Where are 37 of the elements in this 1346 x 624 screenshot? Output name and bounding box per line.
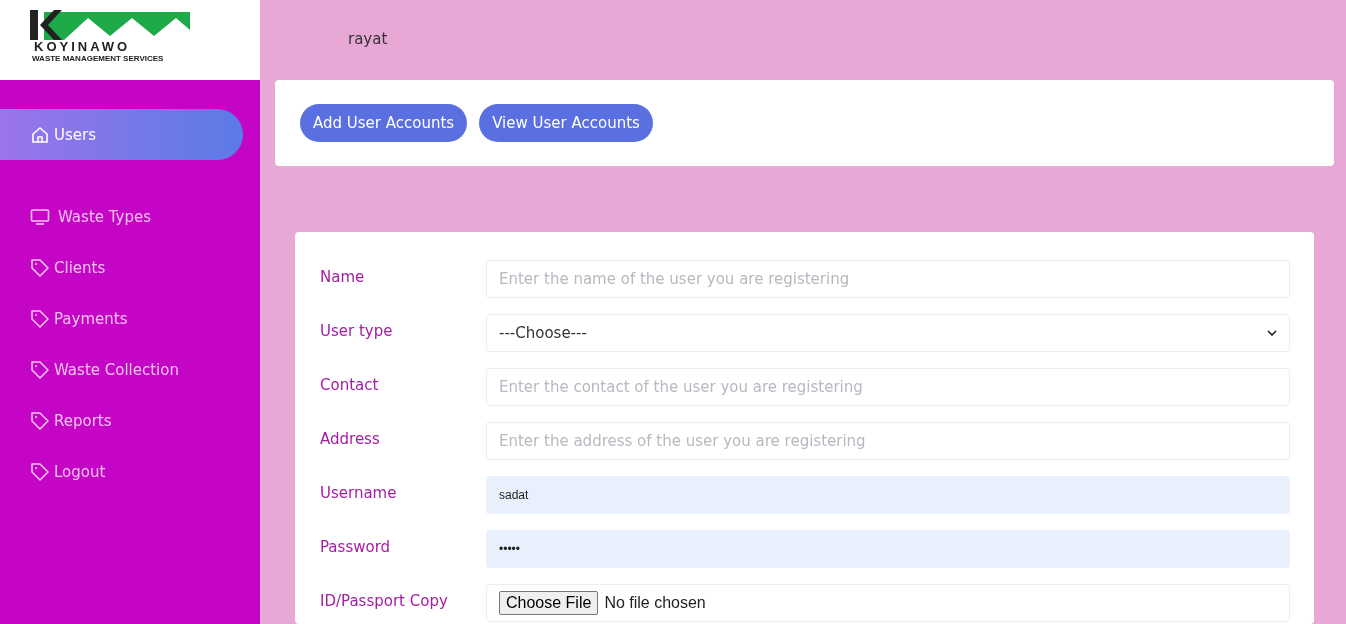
caret-icon <box>1267 330 1277 336</box>
field-label: Password <box>320 537 392 556</box>
file-status: No file chosen <box>604 594 706 612</box>
sidebar-item[interactable]: Users <box>0 109 243 160</box>
input-field[interactable]: ••••• <box>486 530 1290 568</box>
user-name: rayat <box>348 30 388 48</box>
input-field[interactable]: Enter the contact of the user you are registering <box>486 368 1290 406</box>
sidebar-item[interactable]: Reports <box>0 395 260 446</box>
choose-file-button[interactable]: Choose File <box>499 591 599 615</box>
field-label: Name <box>320 267 366 286</box>
sidebar-item[interactable]: Clients <box>0 242 260 293</box>
logo-mark-icon <box>30 10 190 40</box>
file-field[interactable]: Choose File No file chosen <box>486 584 1290 622</box>
sidebar-item[interactable]: Waste Types <box>0 191 260 242</box>
tag-icon <box>30 461 50 482</box>
tag-icon <box>30 359 50 380</box>
logo-name: KOYINAWO <box>34 40 131 54</box>
input-field[interactable]: Enter the address of the user you are registering <box>486 422 1290 460</box>
field-label: Contact <box>320 375 380 394</box>
action-button[interactable]: Add User Accounts <box>300 104 468 142</box>
field-label: User type <box>320 321 394 340</box>
home-icon <box>30 124 50 145</box>
tag-icon <box>30 257 50 278</box>
tag-icon <box>30 308 50 329</box>
logo-tagline: WASTE MANAGEMENT SERVICES <box>32 54 164 63</box>
select-field[interactable]: ---Choose--- <box>486 314 1290 352</box>
tag-icon <box>30 410 50 431</box>
monitor-icon <box>30 206 50 227</box>
sidebar-item[interactable]: Logout <box>0 446 260 497</box>
sidebar-item[interactable]: Payments <box>0 293 260 344</box>
sidebar-item[interactable]: Waste Collection <box>0 344 260 395</box>
field-label: Username <box>320 483 398 502</box>
input-field[interactable]: Enter the name of the user you are registering <box>486 260 1290 298</box>
input-field[interactable]: sadat <box>486 476 1290 514</box>
action-button[interactable]: View User Accounts <box>479 104 653 142</box>
field-label: Address <box>320 429 381 448</box>
field-label: ID/Passport Copy <box>320 591 449 610</box>
